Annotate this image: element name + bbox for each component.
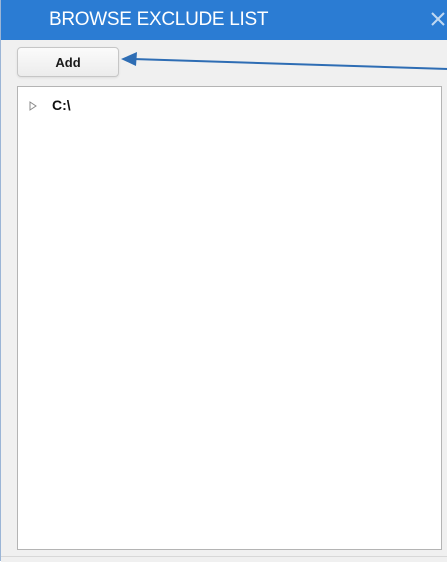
tree-item-label: C:\ xyxy=(52,97,71,113)
title-bar: BROWSE EXCLUDE LIST xyxy=(1,0,447,40)
window-title: BROWSE EXCLUDE LIST xyxy=(49,9,269,30)
add-button[interactable]: Add xyxy=(17,47,119,77)
browse-exclude-list-dialog: BROWSE EXCLUDE LIST Add C:\ xyxy=(0,0,447,562)
exclude-tree-view[interactable]: C:\ xyxy=(17,86,442,550)
chevron-right-icon[interactable] xyxy=(28,99,38,111)
dialog-bottom-edge xyxy=(1,556,447,562)
close-icon[interactable] xyxy=(427,8,447,30)
toolbar: Add xyxy=(1,40,447,86)
tree-item-drive[interactable]: C:\ xyxy=(28,95,71,115)
